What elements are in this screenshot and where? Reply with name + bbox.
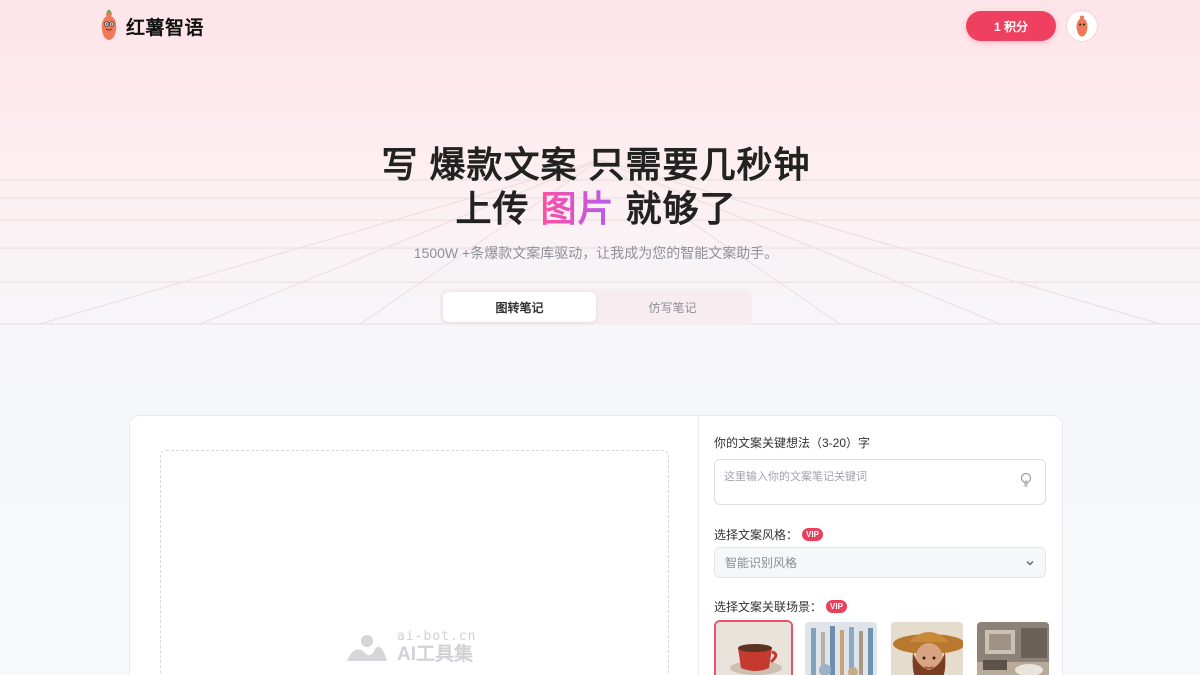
- hero-subtitle: 1500W +条爆款文案库驱动，让我成为您的智能文案助手。: [413, 245, 779, 261]
- watermark-logo-icon: [347, 635, 387, 661]
- woman-hat-image: [891, 622, 963, 675]
- brushes-image: [805, 622, 877, 675]
- keyword-field[interactable]: [714, 459, 1046, 505]
- keyword-input[interactable]: [715, 460, 1005, 500]
- hero-line-2-pre: 上传: [455, 188, 541, 229]
- scene-thumbnail-coffee[interactable]: [714, 620, 793, 675]
- style-select-value: 智能识别风格: [725, 556, 798, 570]
- scene-label-text: 选择文案关联场景：: [714, 600, 823, 614]
- style-select[interactable]: 智能识别风格: [714, 547, 1046, 578]
- scene-thumbnail-brushes[interactable]: [803, 620, 879, 675]
- hero-accent-word: 图片: [540, 188, 615, 229]
- watermark-name: AI工具集: [397, 644, 474, 665]
- chevron-down-icon: [1026, 561, 1034, 566]
- tab-imitate-note[interactable]: 仿写笔记: [596, 292, 749, 322]
- vip-badge: VIP: [826, 600, 847, 613]
- top-header: 红薯智语 1 积分: [0, 0, 1200, 52]
- keyword-label: 你的文案关键想法（3-20）字: [714, 434, 870, 451]
- keyword-label-text: 你的文案关键想法（3-20）字: [714, 436, 871, 450]
- coffee-cup-image: [716, 622, 791, 675]
- interior-room-image: [977, 622, 1049, 675]
- user-avatar[interactable]: [1066, 10, 1098, 42]
- tab-image-to-note[interactable]: 图转笔记: [443, 292, 596, 322]
- hero-line-2-post: 就够了: [614, 188, 737, 229]
- hero-title: 写 爆款文案 只需要几秒钟 上传 图片 就够了: [0, 143, 1192, 231]
- watermark: ai-bot.cn AI工具集: [345, 630, 476, 666]
- watermark-domain: ai-bot.cn: [397, 629, 477, 644]
- scene-thumbnail-interior[interactable]: [975, 620, 1051, 675]
- hero-line-2: 上传 图片 就够了: [0, 187, 1192, 231]
- scene-thumbnail-woman-hat[interactable]: [889, 620, 965, 675]
- brand-name: 红薯智语: [126, 17, 205, 39]
- mode-tabs: 图转笔记 仿写笔记: [440, 289, 752, 325]
- lightbulb-icon[interactable]: [1019, 472, 1033, 488]
- vip-badge: VIP: [802, 528, 823, 541]
- credits-button[interactable]: 1 积分: [966, 11, 1056, 41]
- avatar-icon: [1076, 15, 1088, 37]
- sweet-potato-logo-icon: [101, 10, 117, 40]
- scene-gallery: [714, 620, 1051, 675]
- style-label-text: 选择文案风格：: [714, 528, 799, 542]
- style-label: 选择文案风格： VIP: [714, 526, 823, 543]
- main-card: ai-bot.cn AI工具集 你的文案关键想法（3-20）字 选择文案风格： …: [129, 415, 1063, 675]
- hero-line-1: 写 爆款文案 只需要几秒钟: [381, 144, 811, 185]
- scene-label: 选择文案关联场景： VIP: [714, 598, 847, 615]
- panel-divider: [698, 416, 699, 675]
- brand[interactable]: 红薯智语: [98, 10, 204, 42]
